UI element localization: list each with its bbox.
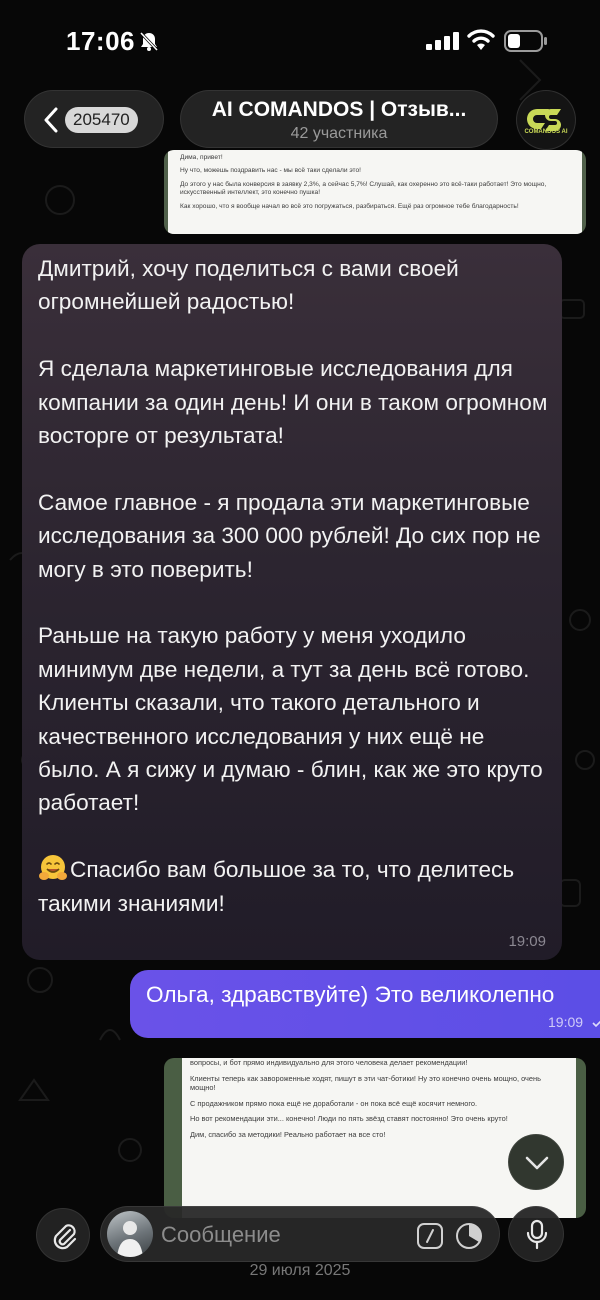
incoming-message-bubble[interactable]: Дмитрий, хочу поделиться с вами своей ог… <box>22 244 562 960</box>
image-line: вопросы, и бот прямо индивидуально для э… <box>190 1058 468 1067</box>
message-time: 19:09 <box>508 933 546 950</box>
schedule-icon[interactable] <box>455 1222 483 1250</box>
image-line: С продажником прямо пока ещё не доработа… <box>190 1098 478 1108</box>
scroll-to-bottom-button[interactable] <box>508 1134 564 1190</box>
chevron-left-icon <box>44 107 58 133</box>
incoming-message-text: Дмитрий, хочу поделиться с вами своей ог… <box>38 252 550 920</box>
message-paragraph: Самое главное - я продала эти маркетинго… <box>38 489 541 582</box>
avatar-photo <box>117 1221 143 1257</box>
mute-icon <box>139 31 159 52</box>
battery-icon <box>504 30 547 52</box>
status-bar: 17:06 <box>0 0 600 80</box>
message-paragraph: Раньше на такую работу у меня уходило ми… <box>38 623 530 682</box>
chat-subtitle: 42 участника <box>290 125 388 142</box>
image-document-bottom: вопросы, и бот прямо индивидуально для э… <box>182 1058 576 1218</box>
image-line: Дим, спасибо за методики! Реально работа… <box>190 1129 386 1139</box>
date-separator: 29 июля 2025 <box>249 1262 351 1279</box>
signal-icon <box>426 32 459 50</box>
chat-avatar[interactable]: COMANDOS AI <box>516 90 576 150</box>
commands-icon[interactable] <box>417 1223 443 1249</box>
image-line: Но вот рекомендации эти... конечно! Люди… <box>190 1114 508 1124</box>
logo-text: COMANDOS AI <box>524 129 568 135</box>
comandos-logo-icon <box>527 109 561 131</box>
image-line: Ну что, можешь поздравить нас - мы всё т… <box>180 167 362 175</box>
back-button[interactable]: 205470 <box>24 90 164 148</box>
chat-header[interactable]: AI COMANDOS | Отзыв... 42 участника <box>180 90 498 148</box>
chevron-down-icon <box>525 1156 549 1170</box>
outgoing-message-bubble[interactable]: Ольга, здравствуйте) Это великолепно 19:… <box>130 970 600 1038</box>
image-line: Дима, привет! <box>180 154 223 161</box>
wifi-icon <box>467 29 495 50</box>
image-line: Клиенты теперь как завороженные ходят, п… <box>190 1073 541 1093</box>
message-paragraph: Дмитрий, хочу поделиться с вами своей ог… <box>38 256 459 315</box>
message-input[interactable] <box>161 1220 401 1250</box>
chat-title: AI COMANDOS | Отзыв... <box>211 98 467 121</box>
double-check-icon <box>592 1020 600 1028</box>
paperclip-icon <box>53 1224 77 1250</box>
send-as-avatar[interactable] <box>107 1211 153 1257</box>
outgoing-message-text: Ольга, здравствуйте) Это великолепно <box>146 982 555 1007</box>
attach-button[interactable] <box>36 1208 90 1262</box>
voice-message-button[interactable] <box>508 1206 564 1262</box>
message-input-bar[interactable] <box>100 1206 500 1262</box>
message-paragraph: Клиенты сказали, что такого детального и… <box>38 690 543 816</box>
image-message-top[interactable]: Дима, привет! Ну что, можешь поздравить … <box>164 150 586 234</box>
image-document-top: Дима, привет! Ну что, можешь поздравить … <box>168 150 582 234</box>
image-line: Как хорошо, что я вообще начал во всё эт… <box>180 202 519 210</box>
unread-count-badge: 205470 <box>65 107 138 133</box>
hugging-face-emoji <box>39 855 67 881</box>
message-paragraph: Спасибо вам большое за то, что делитесь … <box>38 857 515 916</box>
message-time: 19:09 <box>548 1014 584 1030</box>
message-paragraph: Я сделала маркетинговые исследования для… <box>38 356 548 449</box>
microphone-icon <box>526 1219 548 1250</box>
message-paragraph-thanks: Спасибо вам большое за то, что делитесь … <box>38 853 550 920</box>
image-line: До этого у нас была конверсия в заявку 2… <box>180 180 547 197</box>
status-time: 17:06 <box>66 26 135 56</box>
